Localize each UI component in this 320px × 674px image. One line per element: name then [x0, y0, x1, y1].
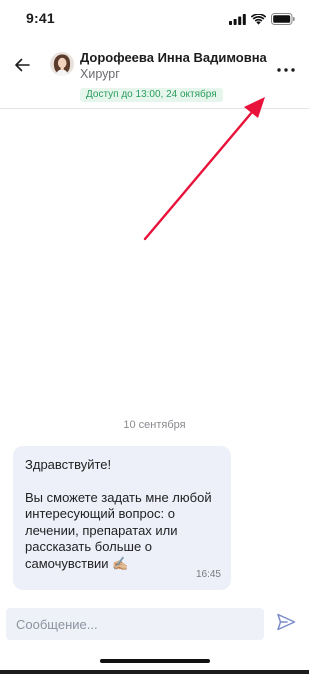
- back-button[interactable]: [10, 55, 34, 79]
- contact-name: Дорофеева Инна Вадимовна: [80, 50, 267, 65]
- status-icons: [229, 12, 295, 30]
- chat-header: Дорофеева Инна Вадимовна Хирург Доступ д…: [0, 40, 309, 109]
- date-separator: 10 сентября: [123, 419, 186, 431]
- message-text: Вы сможете задать мне любой интересующий…: [25, 489, 212, 571]
- message-greeting: Здравствуйте!: [25, 457, 112, 472]
- avatar[interactable]: [50, 52, 74, 76]
- bottom-edge: [0, 670, 309, 674]
- send-icon: [276, 613, 296, 636]
- home-indicator: [100, 659, 210, 663]
- more-dots-icon: [277, 59, 295, 77]
- message-time: 16:45: [195, 568, 221, 580]
- contact-role: Хирург: [80, 67, 120, 81]
- access-badge: Доступ до 13:00, 24 октября: [80, 88, 223, 102]
- message-bubble: Здравствуйте! Вы сможете задать мне любо…: [13, 446, 231, 590]
- battery-icon: [271, 12, 295, 30]
- wifi-icon: [250, 12, 267, 30]
- message-input[interactable]: [6, 608, 264, 640]
- send-button[interactable]: [274, 612, 298, 636]
- status-bar: 9:41: [0, 0, 309, 40]
- status-time: 9:41: [26, 10, 55, 26]
- more-options-button[interactable]: [275, 58, 297, 78]
- arrow-left-icon: [14, 58, 30, 77]
- signal-icon: [229, 12, 246, 30]
